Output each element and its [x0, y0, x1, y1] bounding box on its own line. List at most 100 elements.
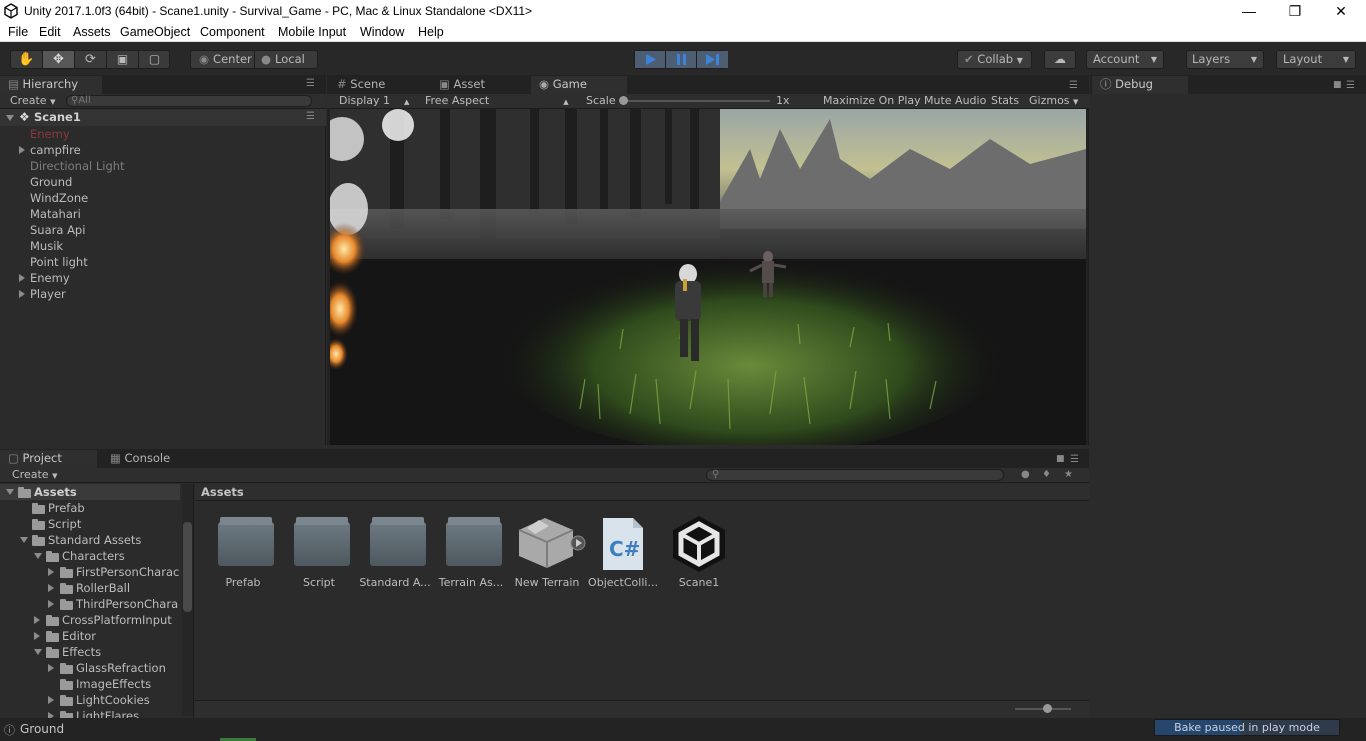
hierarchy-item[interactable]: Player	[0, 286, 326, 302]
tree-item[interactable]: Script	[0, 516, 180, 532]
expand-arrow-icon[interactable]	[34, 553, 42, 559]
expand-arrow-icon[interactable]	[48, 568, 54, 576]
scale-slider-thumb[interactable]	[619, 96, 628, 105]
tree-item[interactable]: FirstPersonCharac	[0, 564, 180, 580]
filter-label-icon[interactable]: ♦	[1042, 469, 1051, 480]
layers-dropdown[interactable]: Layers ▼	[1186, 50, 1264, 69]
expand-arrow-icon[interactable]	[48, 584, 54, 592]
expand-arrow-icon[interactable]	[34, 632, 40, 640]
expand-arrow-icon[interactable]	[34, 649, 42, 655]
display-dropdown[interactable]: Display 1 ▲	[339, 94, 409, 109]
tree-item[interactable]: LightCookies	[0, 692, 180, 708]
maximize-on-play-toggle[interactable]: Maximize On Play	[823, 94, 921, 108]
tree-scrollbar[interactable]	[182, 484, 193, 716]
tree-item[interactable]: Standard Assets	[0, 532, 180, 548]
project-search-input[interactable]: ⚲	[706, 469, 1004, 481]
hierarchy-item[interactable]: Point light	[0, 254, 326, 270]
tree-item[interactable]: Editor	[0, 628, 180, 644]
hierarchy-item[interactable]: Suara Api	[0, 222, 326, 238]
tree-item[interactable]: LightFlares	[0, 708, 180, 718]
tree-item[interactable]: Prefab	[0, 500, 180, 516]
filter-type-icon[interactable]: ●	[1021, 469, 1030, 480]
menu-help[interactable]: Help	[418, 25, 444, 39]
play-button[interactable]	[635, 51, 666, 68]
tab-project[interactable]: ▢ Project	[0, 450, 97, 468]
tree-item[interactable]: ImageEffects	[0, 676, 180, 692]
scene-root-row[interactable]: ❖ Scane1 ☰	[0, 109, 326, 126]
expand-arrow-icon[interactable]	[48, 696, 54, 704]
hand-tool-icon[interactable]: ✋	[11, 51, 43, 68]
panel-menu-icon[interactable]: ☰	[1070, 454, 1079, 465]
tree-scrollbar-thumb[interactable]	[183, 522, 192, 612]
move-tool-icon[interactable]: ✥	[43, 51, 75, 68]
lock-icon[interactable]: ■	[1333, 80, 1342, 90]
aspect-dropdown[interactable]: Free Aspect ▲	[425, 94, 569, 109]
tab-game[interactable]: ◉ Game	[531, 76, 627, 94]
pivot-center-button[interactable]: ◉ Center	[191, 51, 255, 68]
account-dropdown[interactable]: Account ▼	[1086, 50, 1164, 69]
gizmos-dropdown[interactable]: Gizmos ▼	[1029, 94, 1078, 109]
hierarchy-search-input[interactable]: ⚲All	[66, 95, 312, 107]
breadcrumb[interactable]: Assets	[201, 485, 244, 499]
hierarchy-item[interactable]: Musik	[0, 238, 326, 254]
tab-scene[interactable]: # Scene	[329, 76, 425, 94]
expand-arrow-icon[interactable]	[6, 489, 14, 495]
tree-item[interactable]: CrossPlatformInput	[0, 612, 180, 628]
expand-arrow-icon[interactable]	[48, 664, 54, 672]
step-button[interactable]	[697, 51, 728, 68]
tab-console[interactable]: ▦ Console	[102, 450, 202, 468]
hierarchy-item[interactable]: WindZone	[0, 190, 326, 206]
tab-debug[interactable]: ⓘ Debug	[1092, 76, 1188, 94]
rotate-tool-icon[interactable]: ⟳	[75, 51, 107, 68]
hierarchy-item[interactable]: Matahari	[0, 206, 326, 222]
panel-menu-icon[interactable]: ☰	[306, 78, 315, 89]
menu-file[interactable]: File	[8, 25, 28, 39]
expand-arrow-icon[interactable]	[6, 115, 14, 121]
hierarchy-item[interactable]: Directional Light	[0, 158, 326, 174]
expand-arrow-icon[interactable]	[48, 600, 54, 608]
close-window-button[interactable]: ✕	[1318, 0, 1364, 23]
tree-item[interactable]: GlassRefraction	[0, 660, 180, 676]
hierarchy-item[interactable]: campfire	[0, 142, 326, 158]
restore-button[interactable]: ❐	[1272, 0, 1318, 23]
expand-arrow-icon[interactable]	[19, 274, 25, 282]
expand-arrow-icon[interactable]	[19, 290, 25, 298]
minimize-button[interactable]: —	[1226, 0, 1272, 23]
tree-item[interactable]: RollerBall	[0, 580, 180, 596]
collab-dropdown[interactable]: ✔ Collab ▼	[957, 50, 1032, 69]
expand-arrow-icon[interactable]	[20, 537, 28, 543]
panel-menu-icon[interactable]: ☰	[1346, 80, 1355, 91]
icon-size-slider-thumb[interactable]	[1043, 704, 1052, 713]
tree-item[interactable]: Characters	[0, 548, 180, 564]
lock-icon[interactable]: ■	[1056, 454, 1065, 464]
menu-component[interactable]: Component	[200, 25, 265, 39]
hierarchy-create-button[interactable]: Create ▼	[10, 94, 55, 109]
tree-item[interactable]: Assets	[0, 484, 180, 500]
menu-gameobject[interactable]: GameObject	[120, 25, 190, 39]
tab-asset-store[interactable]: ▣ Asset Store	[431, 76, 527, 108]
mute-audio-toggle[interactable]: Mute Audio	[924, 94, 986, 108]
hierarchy-item[interactable]: Enemy	[0, 270, 326, 286]
tab-hierarchy[interactable]: ▤ Hierarchy	[0, 76, 102, 94]
tree-item[interactable]: ThirdPersonChara	[0, 596, 180, 612]
menu-edit[interactable]: Edit	[39, 25, 61, 39]
rect-tool-icon[interactable]: ▢	[139, 51, 170, 68]
menu-mobile-input[interactable]: Mobile Input	[278, 25, 346, 39]
menu-assets[interactable]: Assets	[73, 25, 111, 39]
project-create-button[interactable]: Create ▼	[12, 468, 57, 483]
scale-slider-track[interactable]	[620, 100, 770, 102]
expand-arrow-icon[interactable]	[34, 616, 40, 624]
menu-window[interactable]: Window	[360, 25, 404, 39]
hierarchy-item[interactable]: Ground	[0, 174, 326, 190]
panel-menu-icon[interactable]: ☰	[1069, 80, 1078, 91]
layout-dropdown[interactable]: Layout ▼	[1276, 50, 1356, 69]
expand-arrow-icon[interactable]	[19, 146, 25, 154]
game-viewport[interactable]	[330, 109, 1086, 445]
favorite-star-icon[interactable]: ★	[1064, 469, 1073, 480]
bake-progress[interactable]: Bake paused in play mode	[1154, 719, 1340, 736]
cloud-button[interactable]: ☁	[1044, 50, 1076, 69]
pause-button[interactable]	[666, 51, 697, 68]
scale-tool-icon[interactable]: ▣	[107, 51, 139, 68]
tree-item[interactable]: Effects	[0, 644, 180, 660]
scene-menu-icon[interactable]: ☰	[306, 111, 315, 122]
